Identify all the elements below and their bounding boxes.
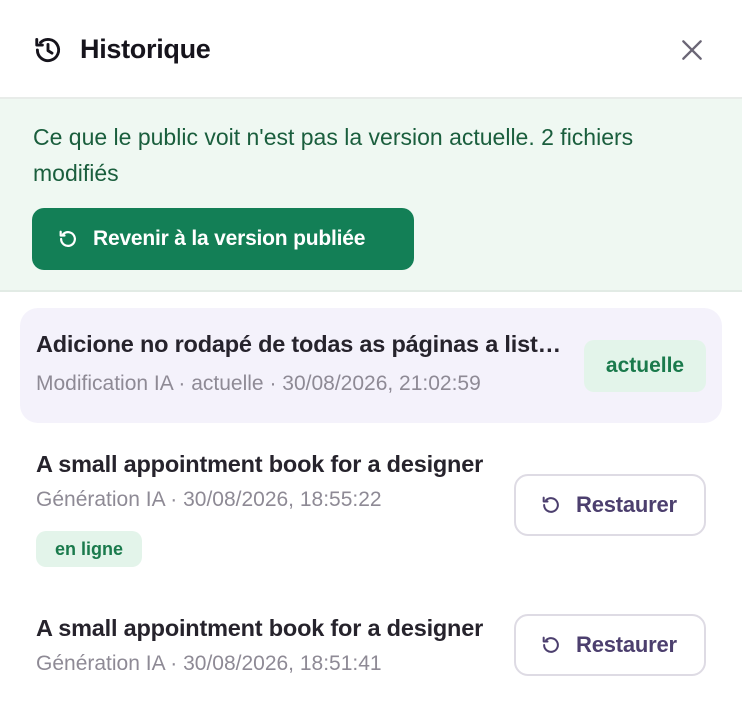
restore-label: Restaurer <box>576 632 677 657</box>
entry-meta: Génération IA · 30/08/2026, 18:51:41 <box>36 652 382 675</box>
history-icon <box>35 37 61 63</box>
current-badge: actuelle <box>584 340 706 392</box>
notice-text: Ce que le public voit n'est pas la versi… <box>33 124 634 186</box>
online-badge: en ligne <box>36 531 142 567</box>
panel-header: Historique <box>0 0 742 99</box>
history-panel: Historique Ce que le public voit n'est p… <box>0 0 742 718</box>
history-entry: A small appointment book for a designer … <box>20 600 722 710</box>
restore-button[interactable]: Restaurer <box>514 474 706 536</box>
revert-label: Revenir à la version publiée <box>93 227 366 250</box>
revert-to-published-button[interactable]: Revenir à la version publiée <box>32 208 414 270</box>
entry-title: A small appointment book for a designer <box>36 451 484 477</box>
entry-meta: Génération IA · 30/08/2026, 18:55:22 <box>36 488 382 511</box>
entry-meta: Modification IA · actuelle · 30/08/2026,… <box>36 372 481 395</box>
entry-title: Adicione no rodapé de todas as páginas a… <box>36 331 566 357</box>
history-entry-current: Adicione no rodapé de todas as páginas a… <box>20 308 722 423</box>
restore-icon <box>542 636 559 653</box>
panel-title: Historique <box>80 34 211 64</box>
entry-title: A small appointment book for a designer <box>36 615 484 641</box>
restore-label: Restaurer <box>576 492 677 517</box>
close-button[interactable] <box>672 30 712 70</box>
unpublished-notice: Ce que le public voit n'est pas la versi… <box>0 99 742 292</box>
revert-icon <box>59 230 76 247</box>
close-icon <box>682 40 702 60</box>
history-entry: A small appointment book for a designer … <box>20 436 722 586</box>
restore-icon <box>542 496 559 513</box>
restore-button[interactable]: Restaurer <box>514 614 706 676</box>
